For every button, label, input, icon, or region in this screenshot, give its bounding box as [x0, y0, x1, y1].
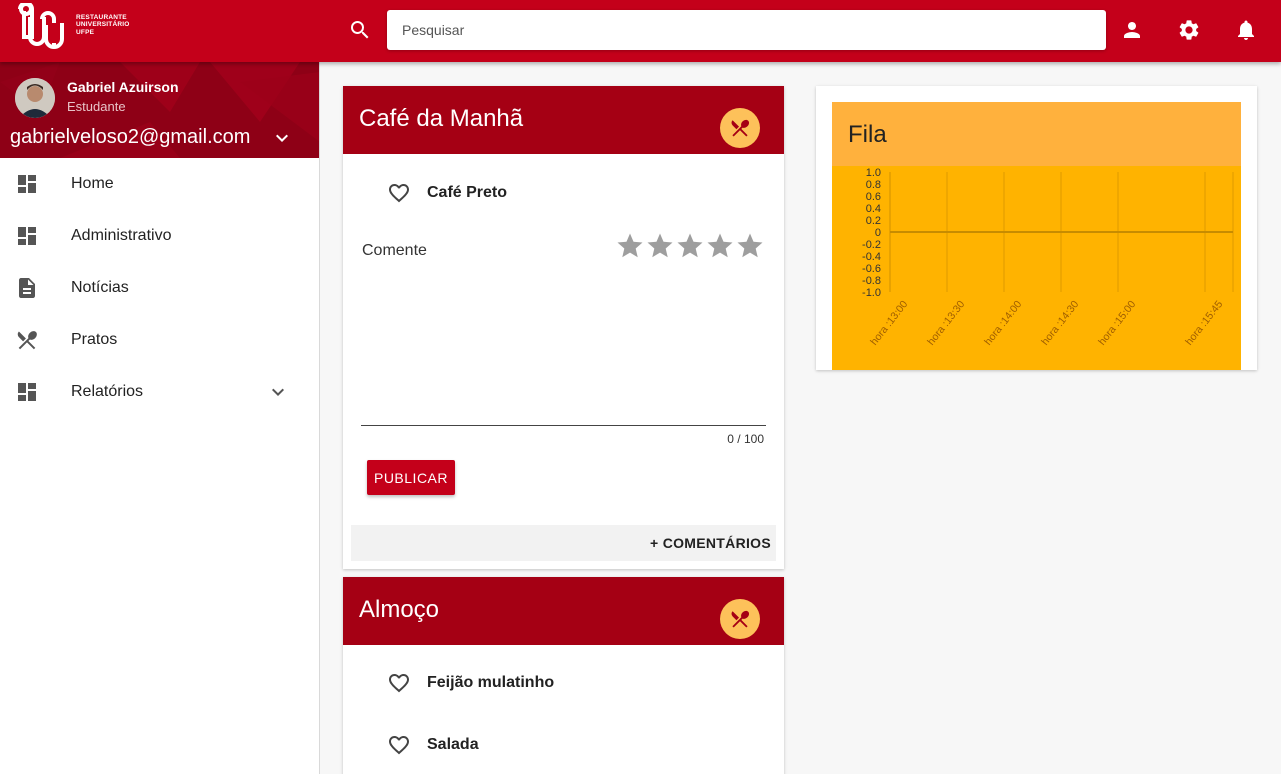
dashboard-icon — [15, 380, 39, 404]
comment-label: Comente — [362, 242, 427, 259]
y-tick-label: 0 — [875, 227, 881, 239]
sidebar-item-label: Pratos — [71, 331, 118, 348]
y-tick-label: 0.4 — [866, 203, 881, 215]
y-tick-label: -0.4 — [862, 251, 881, 263]
comment-input[interactable] — [361, 271, 766, 426]
y-tick-label: 0.6 — [866, 191, 881, 203]
chevron-down-icon[interactable] — [266, 380, 290, 404]
rating-stars — [615, 231, 765, 261]
breakfast-card: Café da Manhã Café Preto Comente 0 / 100… — [343, 86, 784, 569]
y-tick-label: 0.2 — [866, 215, 881, 227]
sidebar-item-pratos[interactable]: Pratos — [0, 314, 319, 366]
search-icon[interactable] — [348, 18, 372, 42]
settings-icon[interactable] — [1177, 18, 1201, 42]
y-tick-label: -0.2 — [862, 239, 881, 251]
x-tick-label: hora :13:30 — [925, 298, 967, 347]
heart-icon[interactable] — [387, 181, 411, 205]
comments-footer: + COMENTÁRIOS — [351, 525, 776, 561]
sidebar-item-label: Administrativo — [71, 227, 172, 244]
y-tick-label: 1.0 — [866, 167, 881, 179]
star-icon[interactable] — [675, 231, 705, 261]
sidebar: Gabriel Azuirson Estudante gabrielveloso… — [0, 62, 320, 774]
queue-title: Fila — [848, 121, 887, 148]
user-name: Gabriel Azuirson — [67, 79, 179, 95]
sidebar-item-home[interactable]: Home — [0, 158, 319, 210]
sidebar-item-administrativo[interactable]: Administrativo — [0, 210, 319, 262]
more-comments-button[interactable]: + COMENTÁRIOS — [650, 535, 771, 551]
user-email: gabrielveloso2@gmail.com — [10, 126, 251, 148]
logo-text: RESTAURANTE UNIVERSITÁRIO UFPE — [76, 14, 130, 37]
x-tick-label: hora :14:00 — [982, 298, 1024, 347]
meal-badge — [720, 108, 760, 148]
x-tick-label: hora :14:30 — [1039, 298, 1081, 347]
sidebar-item-label: Home — [71, 175, 114, 192]
queue-chart-svg: 1.00.80.60.40.20-0.2-0.4-0.6-0.8-1.0hora… — [862, 167, 1234, 348]
sidebar-item-noticias[interactable]: Notícias — [0, 262, 319, 314]
dish-item: Feijão mulatinho — [387, 671, 747, 695]
logo-line-3: UFPE — [76, 28, 95, 36]
card-header: Almoço — [343, 577, 784, 645]
sidebar-item-relatorios[interactable]: Relatórios — [0, 366, 319, 418]
y-tick-label: -1.0 — [862, 287, 881, 299]
logo-line-2: UNIVERSITÁRIO — [76, 21, 130, 29]
utensils-icon — [731, 119, 750, 137]
meal-title: Café da Manhã — [359, 105, 524, 132]
search-field — [387, 10, 1106, 50]
lunch-card: Almoço Feijão mulatinho Salada — [343, 577, 784, 774]
dashboard-icon — [15, 172, 39, 196]
heart-icon[interactable] — [387, 733, 411, 757]
utensils-icon — [15, 328, 39, 352]
logo-mark — [16, 1, 74, 49]
chevron-down-icon[interactable] — [270, 126, 294, 150]
publish-button[interactable]: PUBLICAR — [367, 460, 455, 495]
sidebar-item-label: Notícias — [71, 279, 129, 296]
dish-item: Café Preto — [387, 181, 747, 205]
character-counter: 0 / 100 — [727, 432, 764, 446]
dish-name: Café Preto — [427, 184, 508, 201]
card-header: Café da Manhã — [343, 86, 784, 154]
avatar[interactable] — [15, 78, 55, 118]
y-tick-label: 0.8 — [866, 179, 881, 191]
star-icon[interactable] — [735, 231, 765, 261]
ru-logo[interactable]: RESTAURANTE UNIVERSITÁRIO UFPE — [16, 1, 129, 49]
queue-header: Fila — [832, 102, 1241, 166]
star-icon[interactable] — [615, 231, 645, 261]
user-role: Estudante — [67, 99, 126, 114]
dashboard-icon — [15, 224, 39, 248]
star-icon[interactable] — [705, 231, 735, 261]
heart-icon[interactable] — [387, 671, 411, 695]
dish-name: Salada — [427, 736, 479, 753]
dish-item: Salada — [387, 733, 747, 757]
y-tick-label: -0.6 — [862, 263, 881, 275]
queue-card: Fila 1.0 0.8 0.6 0.4 0.2 0 -0.2 -0.4 -0.6 -0.8 -1.… — [816, 86, 1257, 370]
x-tick-label: hora :15:45 — [1183, 298, 1225, 347]
search-input[interactable] — [387, 10, 1106, 50]
notifications-icon[interactable] — [1234, 18, 1258, 42]
meal-title: Almoço — [359, 596, 440, 623]
y-tick-label: -0.8 — [862, 275, 881, 287]
x-tick-label: hora :13:00 — [868, 298, 910, 347]
x-tick-label: hora :15:00 — [1096, 298, 1138, 347]
dish-name: Feijão mulatinho — [427, 674, 555, 691]
profile-header: Gabriel Azuirson Estudante gabrielveloso… — [0, 62, 319, 158]
account-icon[interactable] — [1120, 18, 1144, 42]
utensils-icon — [731, 610, 750, 628]
star-icon[interactable] — [645, 231, 675, 261]
document-icon — [15, 276, 39, 300]
meal-badge — [720, 599, 760, 639]
queue-chart: 1.0 0.8 0.6 0.4 0.2 0 -0.2 -0.4 -0.6 -0.8 -1.0 hora… — [832, 166, 1241, 370]
sidebar-item-label: Relatórios — [71, 383, 144, 400]
app-bar: RESTAURANTE UNIVERSITÁRIO UFPE — [0, 0, 1281, 62]
